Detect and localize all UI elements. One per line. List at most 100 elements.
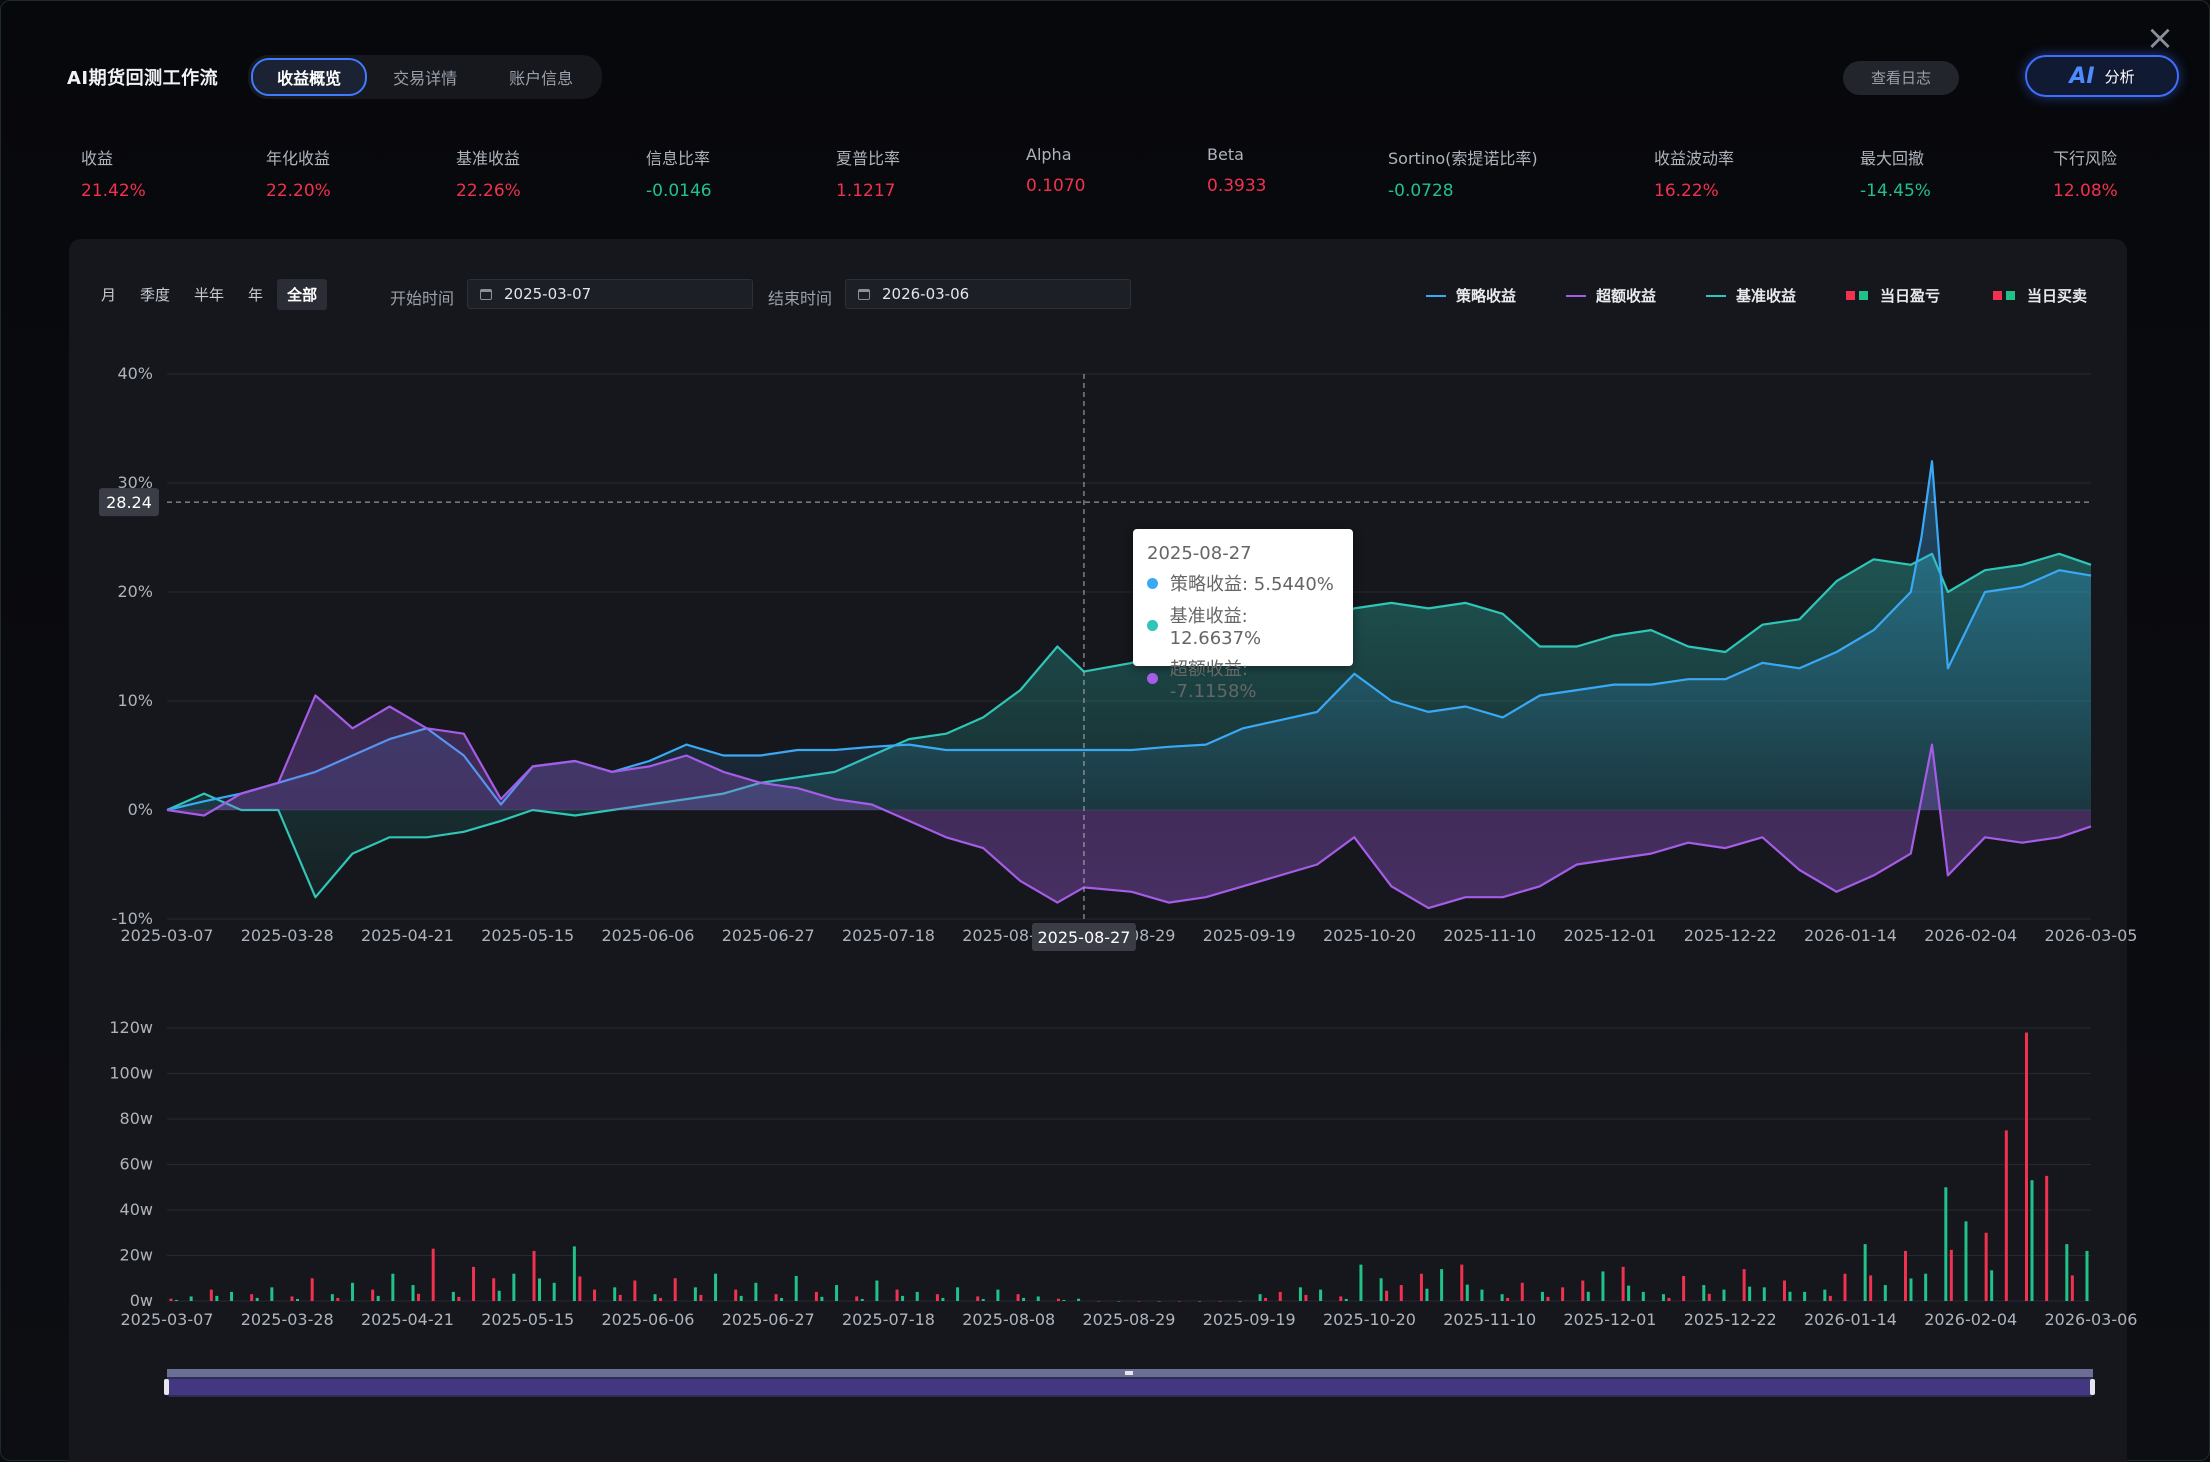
volume-bar (1641, 1291, 1645, 1301)
volume-bar (1788, 1291, 1792, 1301)
x-tick-label: 2025-06-27 (722, 926, 815, 945)
volume-bar (1944, 1187, 1948, 1301)
y-tick-label: 0w (130, 1291, 153, 1310)
x-tick-label: 2026-03-05 (2045, 926, 2138, 945)
crosshair-y-label: 28.24 (106, 493, 152, 512)
tooltip-row: 超额收益: -7.1158% (1147, 655, 1339, 702)
x-tick-label: 2025-09-19 (1203, 1310, 1296, 1329)
volume-bar (209, 1289, 213, 1301)
volume-bar (1062, 1299, 1066, 1301)
volume-bar (1440, 1269, 1444, 1301)
volume-bar (351, 1282, 355, 1301)
volume-bar (1117, 1301, 1121, 1302)
volume-bar (1506, 1297, 1510, 1301)
volume-bar (1782, 1280, 1786, 1301)
volume-bar (734, 1289, 738, 1301)
volume-bar (1863, 1244, 1867, 1301)
x-tick-label: 2025-10-20 (1323, 926, 1416, 945)
volume-bar (673, 1278, 677, 1301)
x-tick-label: 2025-07-18 (842, 1310, 935, 1329)
volume-bar (270, 1287, 274, 1301)
volume-bar (1298, 1287, 1302, 1301)
x-tick-label: 2026-01-14 (1804, 926, 1897, 945)
volume-bar (2024, 1032, 2028, 1301)
x-tick-label: 2025-07-18 (842, 926, 935, 945)
volume-bar (296, 1298, 300, 1301)
x-tick-label: 2025-06-06 (602, 1310, 695, 1329)
volume-bar (336, 1297, 340, 1301)
x-tick-label: 2025-03-07 (121, 1310, 214, 1329)
volume-bar (1561, 1287, 1565, 1301)
volume-bar (1465, 1284, 1469, 1301)
y-tick-label: 60w (120, 1155, 153, 1174)
volume-bar (250, 1294, 254, 1301)
x-tick-label: 2025-12-01 (1564, 926, 1657, 945)
volume-bar (901, 1295, 905, 1301)
volume-bar (1702, 1285, 1706, 1301)
charts-canvas[interactable]: -10%0%10%20%30%40%2025-03-07 2025-03-28 20… (1, 1, 2210, 1462)
tooltip-dot (1147, 620, 1158, 631)
volume-bar (1339, 1296, 1343, 1301)
volume-bar (376, 1295, 380, 1301)
volume-bar (895, 1289, 899, 1301)
volume-bar (1177, 1301, 1181, 1302)
volume-bar (855, 1296, 859, 1301)
volume-bar (1924, 1273, 1928, 1301)
y-tick-label: 10% (117, 691, 153, 710)
volume-bar (860, 1298, 864, 1301)
volume-bar (451, 1291, 455, 1301)
volume-bar (1762, 1287, 1766, 1301)
backtest-window: × AI期货回测工作流 收益概览 交易详情 账户信息 查看日志 AI 分析 收益… (0, 0, 2210, 1462)
volume-bar (1990, 1270, 1994, 1301)
volume-bar (2070, 1275, 2074, 1301)
volume-bar (915, 1291, 919, 1301)
y-tick-label: 20w (120, 1246, 153, 1265)
volume-bar (1540, 1291, 1544, 1301)
volume-bar (699, 1294, 703, 1301)
volume-bar (497, 1290, 501, 1301)
volume-bar (1016, 1294, 1020, 1301)
x-tick-label: 2026-03-06 (2045, 1310, 2138, 1329)
volume-bar (1419, 1273, 1423, 1301)
volume-bar (2030, 1180, 2034, 1301)
volume-bar (1964, 1221, 1968, 1301)
volume-bar (1385, 1290, 1389, 1301)
tooltip-dot (1147, 577, 1158, 589)
volume-bar (215, 1295, 219, 1301)
x-tick-label: 2026-01-14 (1804, 1310, 1897, 1329)
volume-bar (618, 1294, 622, 1301)
volume-bar (1869, 1275, 1873, 1301)
zoom-slider-fill (167, 1379, 2093, 1395)
x-tick-label: 2025-12-01 (1564, 1310, 1657, 1329)
x-tick-label: 2025-12-22 (1684, 926, 1777, 945)
volume-bar (659, 1297, 663, 1301)
volume-bar (1198, 1301, 1202, 1302)
volume-bar (1238, 1301, 1242, 1302)
volume-bar (310, 1278, 314, 1301)
y-tick-label: 40% (117, 364, 153, 383)
tooltip-row-text: 超额收益: -7.1158% (1169, 659, 1257, 702)
volume-bar (1304, 1294, 1308, 1301)
y-tick-label: 0% (128, 800, 153, 819)
tooltip-row-text: 策略收益: 5.5440% (1170, 574, 1334, 595)
volume-bar (1803, 1291, 1807, 1301)
x-tick-label: 2025-03-28 (241, 1310, 334, 1329)
y-tick-label: 100w (109, 1064, 153, 1083)
x-tick-label: 2025-10-20 (1323, 1310, 1416, 1329)
x-tick-label: 2025-04-21 (361, 1310, 454, 1329)
x-tick-label: 2025-03-07 (121, 926, 214, 945)
volume-bar (572, 1246, 576, 1301)
volume-bar (1546, 1296, 1550, 1301)
volume-bar (1399, 1285, 1403, 1301)
volume-bar (814, 1291, 818, 1301)
volume-bar (1359, 1264, 1363, 1301)
volume-bar (1823, 1289, 1827, 1301)
volume-bar (1425, 1288, 1429, 1301)
volume-bar (255, 1297, 259, 1301)
volume-bar (1520, 1282, 1524, 1301)
volume-bar (780, 1297, 784, 1301)
volume-bar (457, 1296, 461, 1301)
volume-bar (941, 1297, 945, 1301)
x-tick-label: 2025-09-19 (1203, 926, 1296, 945)
y-tick-label: 40w (120, 1200, 153, 1219)
